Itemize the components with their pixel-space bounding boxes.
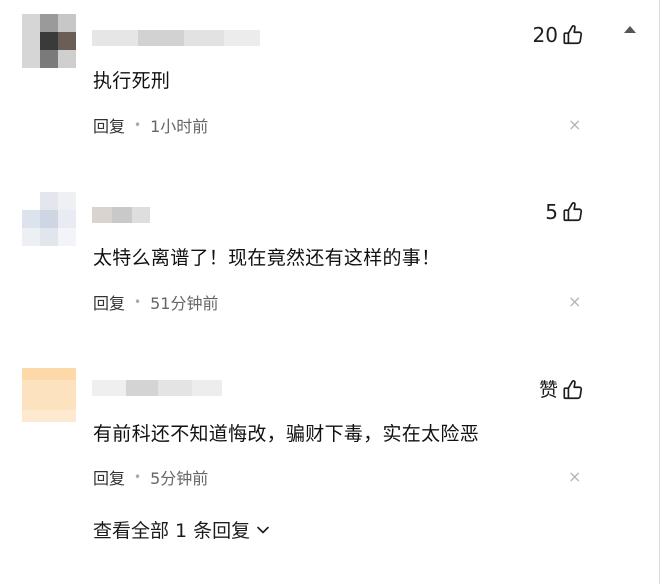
timestamp: 51分钟前 — [150, 294, 219, 313]
close-icon[interactable]: × — [568, 469, 581, 485]
comment-meta: 回复 • 5分钟前 — [93, 465, 208, 489]
thumbs-up-icon — [563, 202, 583, 222]
separator-dot: • — [134, 470, 142, 484]
separator-dot: • — [134, 118, 142, 132]
reply-button[interactable]: 回复 — [93, 113, 125, 137]
username-blurred[interactable] — [92, 30, 260, 46]
username-blurred[interactable] — [92, 207, 150, 223]
timestamp: 5分钟前 — [150, 469, 209, 488]
separator-dot: • — [134, 295, 142, 309]
comment-meta: 回复 • 51分钟前 — [93, 290, 218, 314]
view-all-replies-label: 查看全部 1 条回复 — [93, 520, 251, 542]
like-button[interactable]: 5 — [545, 200, 584, 224]
username-blurred[interactable] — [92, 380, 222, 396]
comment-text: 有前科还不知道悔改，骗财下毒，实在太险恶 — [93, 423, 480, 445]
comment-meta: 回复 • 1小时前 — [93, 113, 208, 137]
avatar[interactable] — [22, 14, 76, 68]
close-icon[interactable]: × — [568, 294, 581, 310]
avatar[interactable] — [22, 368, 76, 422]
chevron-down-icon — [257, 526, 269, 533]
comment-text: 执行死刑 — [93, 70, 171, 92]
avatar[interactable] — [22, 192, 76, 246]
reply-button[interactable]: 回复 — [93, 465, 125, 489]
caret-up-icon[interactable] — [624, 26, 636, 33]
timestamp: 1小时前 — [150, 117, 209, 136]
thumbs-up-icon — [563, 380, 583, 400]
like-button[interactable]: 20 — [533, 23, 584, 47]
like-count: 赞 — [538, 379, 558, 401]
like-count: 5 — [545, 200, 558, 224]
view-all-replies-button[interactable]: 查看全部 1 条回复 — [93, 516, 270, 543]
close-icon[interactable]: × — [568, 117, 581, 133]
like-count: 20 — [532, 23, 558, 47]
comment-text: 太特么离谱了！现在竟然还有这样的事！ — [93, 247, 441, 269]
reply-button[interactable]: 回复 — [93, 290, 125, 314]
thumbs-up-icon — [563, 25, 583, 45]
like-button[interactable]: 赞 — [539, 378, 584, 402]
